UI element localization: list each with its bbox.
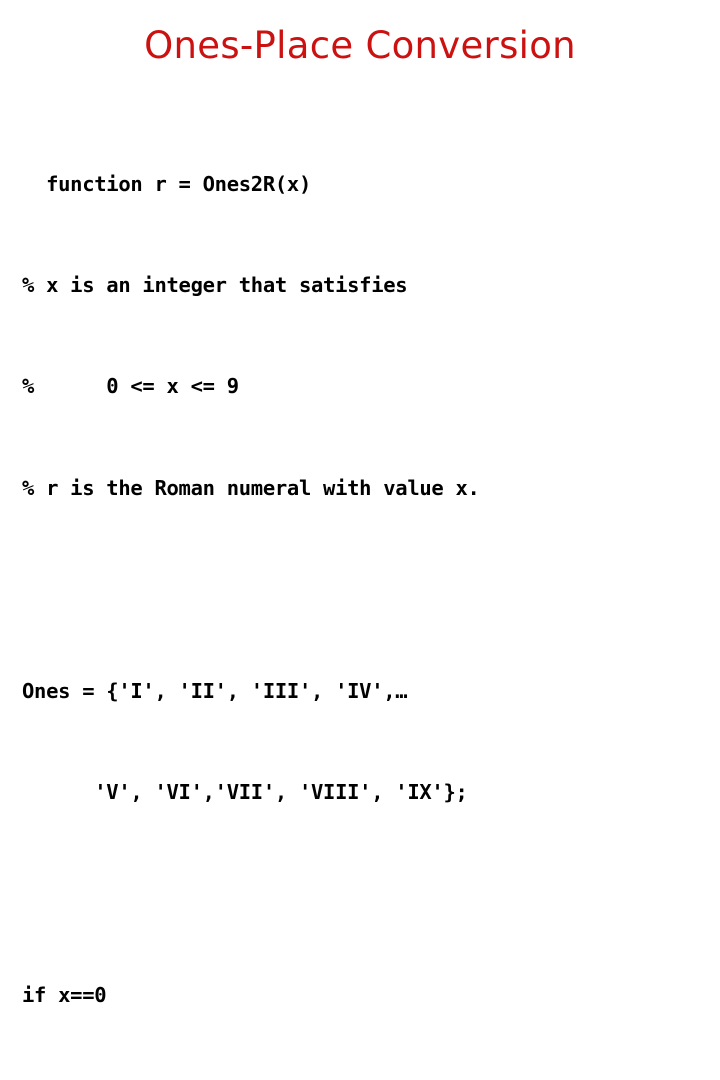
- code-line: % r is the Roman numeral with value x.: [22, 475, 480, 500]
- code-block: function r = Ones2R(x) % x is an integer…: [22, 100, 712, 1080]
- code-line: % x is an integer that satisfies: [22, 272, 408, 297]
- code-line: function r = Ones2R(x): [22, 171, 312, 196]
- code-line: % 0 <= x <= 9: [22, 374, 239, 399]
- code-line: if x==0: [22, 982, 107, 1007]
- code-line: Ones = {'I', 'II', 'III', 'IV',…: [22, 678, 408, 703]
- code-line: 'V', 'VI','VII', 'VIII', 'IX'};: [22, 779, 468, 804]
- slide-canvas: Ones-Place Conversion function r = Ones2…: [0, 0, 720, 1007]
- page-title: Ones-Place Conversion: [144, 24, 576, 67]
